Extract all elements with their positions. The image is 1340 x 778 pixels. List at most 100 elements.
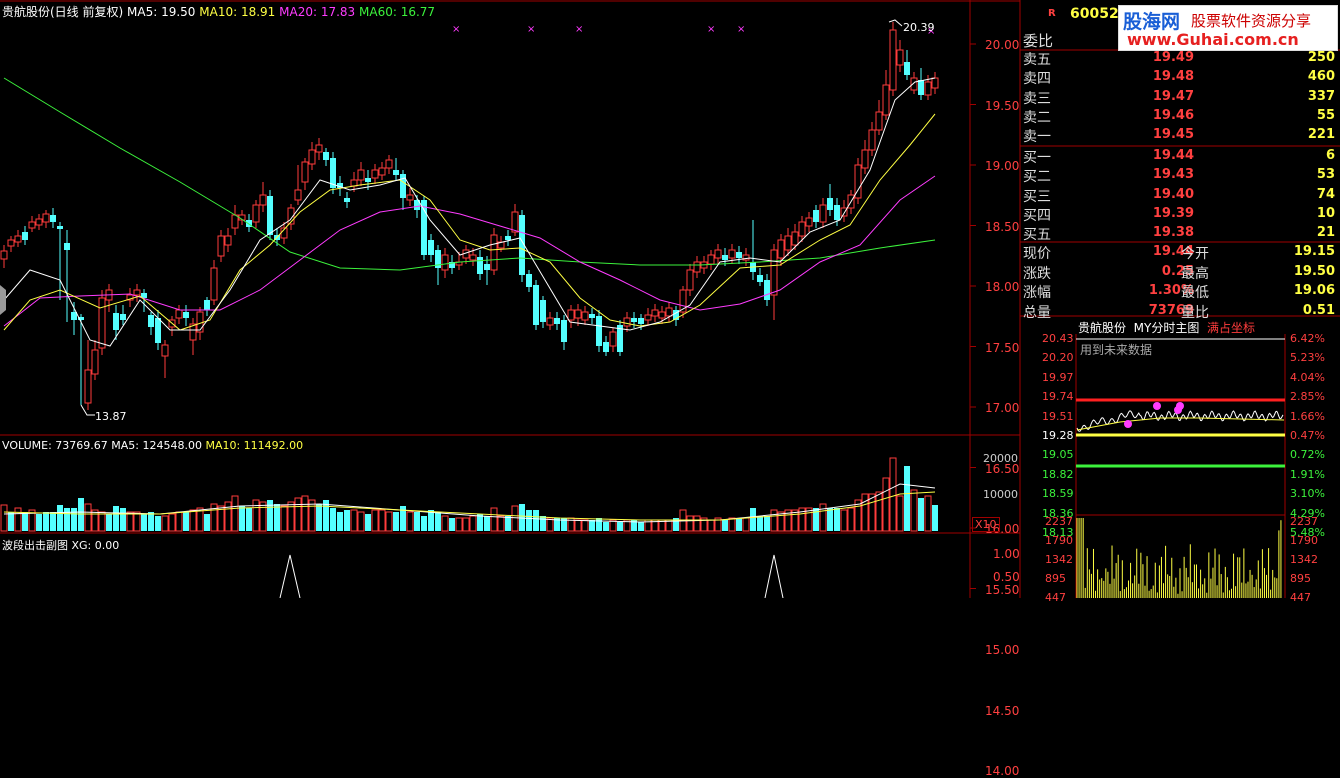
candle-body-up [175, 309, 183, 319]
stat-row: 现价 19.44 今开 19.15 [1021, 243, 1339, 263]
candle-body-down [120, 314, 126, 320]
volume-bar-up [882, 477, 890, 532]
volume-bar-down [617, 522, 623, 531]
candle-body-up [609, 331, 617, 347]
volume-bar-up [168, 513, 176, 532]
buy-level-price: 19.43 [1152, 167, 1194, 183]
indicator-axis-mid: 0.50 [993, 570, 1020, 584]
buy-level-row[interactable]: 买二 19.43 53 [1021, 166, 1339, 185]
candle-body-up [217, 235, 225, 257]
candle-body-down [764, 280, 770, 300]
candle-body-up [210, 267, 218, 301]
candle-body-down [393, 170, 399, 175]
intraday-price-tick: 18.59 [1042, 487, 1074, 501]
stat-label: 总量 [1023, 304, 1051, 321]
guhai-logo[interactable]: 股海网 股票软件资源分享 www.Guhai.com.cn [1118, 5, 1338, 51]
candle-body-up [819, 204, 827, 223]
sell-level-row[interactable]: 卖二 19.46 55 [1021, 107, 1339, 126]
ma10-readout: MA10: 18.91 [199, 5, 276, 19]
volume-bar-up [406, 511, 414, 532]
candle-body-up [231, 214, 239, 229]
volume-bar-down [344, 510, 350, 531]
logo-slogan: 股票软件资源分享 [1191, 12, 1312, 30]
low-annotation: 13.87 [95, 410, 127, 423]
buy-level-volume: 74 [1316, 186, 1335, 202]
ma20-readout: MA20: 17.83 [279, 5, 356, 19]
intraday-vol-tick-right: 1790 [1290, 534, 1318, 547]
candle-body-up [441, 254, 449, 271]
intraday-pct-tick: 4.04% [1290, 370, 1325, 384]
volume-bar-up [770, 509, 778, 532]
candle-body-up [371, 169, 379, 179]
intraday-vol-tick-left: 1790 [1045, 534, 1073, 547]
stat-value: 19.06 [1293, 283, 1335, 298]
stock-code: 60052 [1070, 6, 1119, 22]
candle-body-down [526, 274, 532, 287]
volume-bar-up [259, 501, 267, 532]
stat-value: 19.15 [1293, 244, 1335, 259]
intraday-pct-tick: 1.91% [1290, 467, 1325, 481]
candle-body-up [196, 311, 204, 333]
volume-bar-down [638, 522, 644, 531]
main-chart-header: 贵航股份(日线 前复权) MA5: 19.50 MA10: 18.91 MA20… [2, 3, 435, 20]
r-mark: R [1048, 8, 1056, 19]
volume-bar-down [750, 508, 756, 531]
candle-body-down [736, 252, 742, 258]
volume-bar-down [736, 518, 742, 531]
sell-level-price: 19.47 [1152, 88, 1194, 104]
candle-body-up [28, 221, 36, 229]
buy-level-row[interactable]: 买四 19.39 10 [1021, 205, 1339, 224]
candle-body-up [567, 309, 575, 321]
indicator-axis-high: 1.00 [993, 547, 1020, 561]
sell-level-label: 卖二 [1023, 109, 1051, 126]
buy-level-row[interactable]: 买五 19.38 21 [1021, 224, 1339, 243]
signal-x-marker: × [527, 24, 535, 35]
sell-level-row[interactable]: 卖一 19.45 221 [1021, 126, 1339, 145]
volume-bar-down [50, 512, 56, 531]
ma5-readout: MA5: 19.50 [127, 5, 196, 19]
buy-level-row[interactable]: 买一 19.44 6 [1021, 147, 1339, 166]
indicator-header: 波段出击副图 XG: 0.00 [2, 537, 119, 553]
stat-row: 涨幅 1.30% 最低 19.06 [1021, 282, 1339, 302]
volume-bar-down [330, 508, 336, 531]
candle-body-up [707, 254, 715, 265]
volume-bar-up [252, 499, 260, 532]
volume-bar-up [693, 515, 701, 532]
volume-bar-up [0, 504, 8, 532]
volume-bar-down [449, 518, 455, 531]
intraday-tab-stock[interactable]: 贵航股份 [1078, 321, 1126, 335]
signal-x-marker: × [737, 24, 745, 35]
volume-bar-down [43, 512, 49, 531]
buy-level-label: 买三 [1023, 188, 1051, 205]
intraday-price-tick: 20.43 [1042, 332, 1074, 345]
intraday-tab-main[interactable]: MY分时主图 [1134, 321, 1200, 335]
buy-level-label: 买二 [1023, 169, 1051, 186]
volume-bar-up [84, 503, 92, 532]
volume-bar-down [365, 514, 371, 531]
volume-bar-down [316, 504, 322, 531]
candle-body-down [344, 198, 350, 202]
volume-bar-down [540, 516, 546, 531]
volume-bar-up [224, 501, 232, 532]
volume-bar-up [455, 517, 463, 532]
candle-body-up [651, 309, 659, 317]
buy-level-volume: 6 [1325, 148, 1335, 163]
weibi-label: 委比 [1023, 32, 1054, 50]
sell-level-row[interactable]: 卖五 19.49 250 [1021, 49, 1339, 68]
volume-bar-up [350, 509, 358, 532]
sell-level-row[interactable]: 卖三 19.47 337 [1021, 88, 1339, 107]
intraday-price-line [1076, 410, 1284, 432]
logo-url: www.Guhai.com.cn [1127, 30, 1299, 49]
volume-bar-down [484, 516, 490, 531]
volume-bar-down [36, 514, 42, 531]
intraday-tab-coord[interactable]: 满占坐标 [1207, 321, 1255, 335]
volume-bar-up [847, 507, 855, 532]
buy-level-row[interactable]: 买三 19.40 74 [1021, 186, 1339, 205]
volume-bar-down [526, 510, 532, 531]
candle-body-up [35, 218, 43, 226]
sell-level-row[interactable]: 卖四 19.48 460 [1021, 68, 1339, 87]
candle-body-up [98, 297, 106, 349]
candle-body-down [631, 318, 637, 322]
volume-bar-up [728, 517, 736, 532]
volume-bar-down [183, 512, 189, 531]
